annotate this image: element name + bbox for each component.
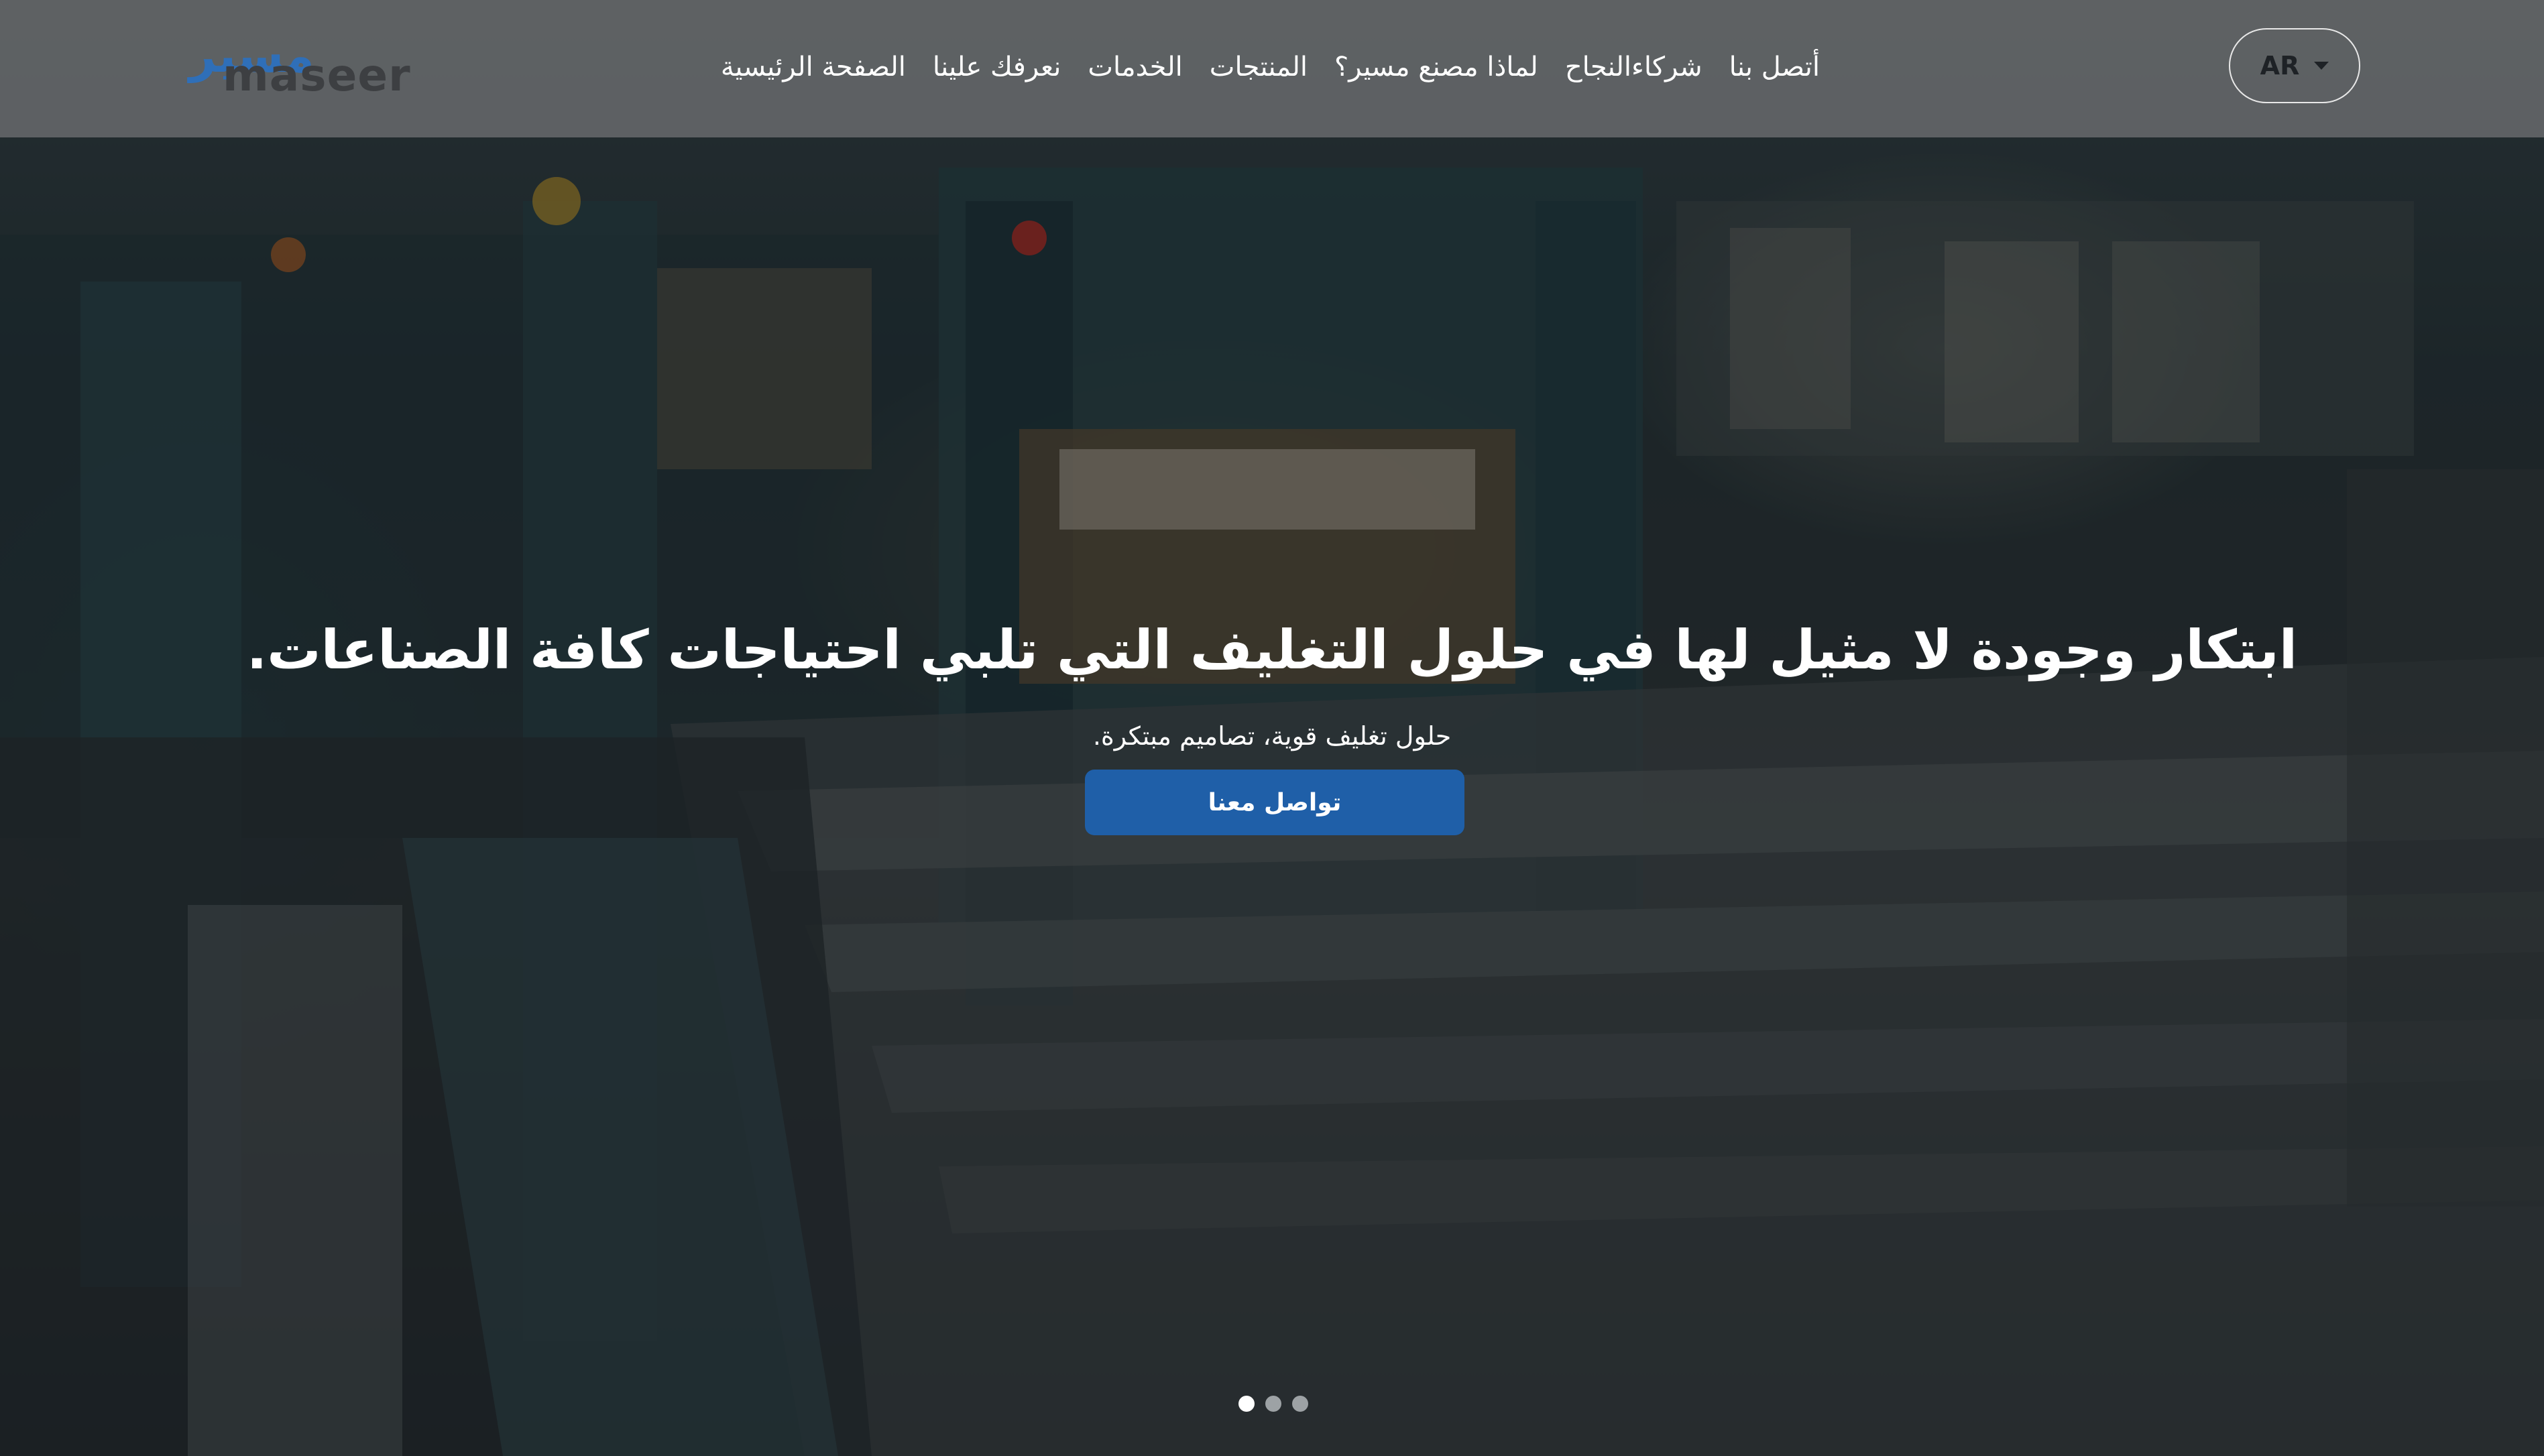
nav-item-partners[interactable]: شركاءالنجاح: [1565, 47, 1702, 87]
carousel-dot-3[interactable]: [1292, 1396, 1308, 1412]
chevron-down-icon: [2314, 62, 2329, 70]
language-selected-label: AR: [2260, 51, 2300, 80]
logo-english-text: maseer: [223, 50, 411, 101]
nav-item-home[interactable]: الصفحة الرئيسية: [721, 47, 906, 87]
nav-item-services[interactable]: الخدمات: [1088, 47, 1182, 87]
nav-item-about[interactable]: نعرفك علينا: [933, 47, 1061, 87]
nav-item-contact[interactable]: أتصل بنا: [1729, 47, 1820, 87]
nav-item-products[interactable]: المنتجات: [1210, 47, 1308, 87]
carousel-dot-1[interactable]: [1238, 1396, 1255, 1412]
language-selector-button[interactable]: AR: [2229, 28, 2360, 103]
carousel-dot-2[interactable]: [1265, 1396, 1281, 1412]
site-header: مسير maseer الصفحة الرئيسية نعرفك علينا …: [0, 0, 2544, 137]
hero-title: ابتكار وجودة لا مثيل لها في حلول التغليف…: [246, 619, 2298, 681]
contact-us-button[interactable]: تواصل معنا: [1085, 770, 1464, 835]
hero-subtitle: حلول تغليف قوية، تصاميم مبتكرة.: [1092, 721, 1452, 751]
main-navigation: الصفحة الرئيسية نعرفك علينا الخدمات المن…: [721, 47, 1820, 87]
page: مسير maseer الصفحة الرئيسية نعرفك علينا …: [0, 0, 2544, 1456]
carousel-indicators: [1238, 1396, 1308, 1412]
nav-item-why-maseer[interactable]: لماذا مصنع مسير؟: [1334, 47, 1538, 87]
maseer-logo[interactable]: مسير maseer: [189, 32, 410, 99]
